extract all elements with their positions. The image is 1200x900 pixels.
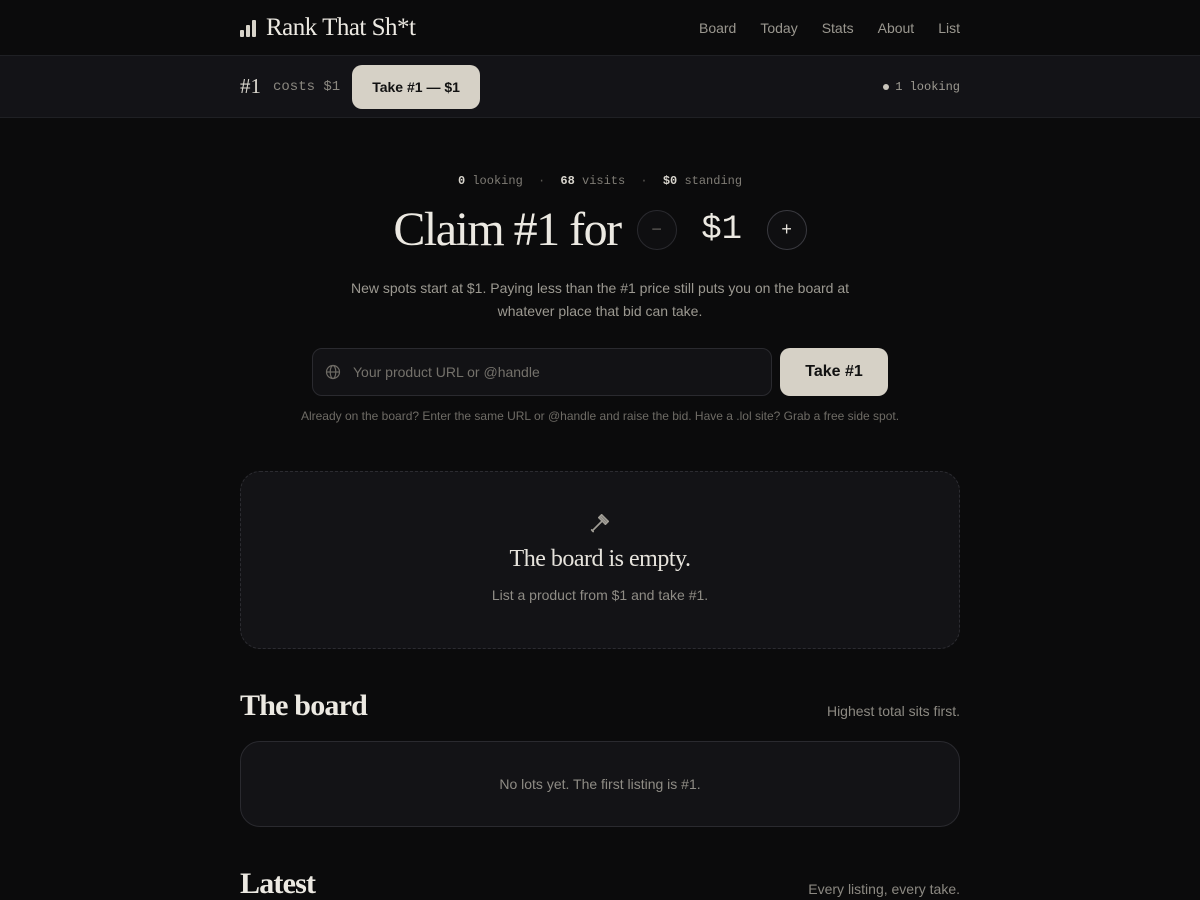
nav-about[interactable]: About <box>878 20 915 36</box>
form-subhint: Already on the board? Enter the same URL… <box>300 409 900 423</box>
live-dot-icon <box>883 83 890 90</box>
stat-visits-value: 68 <box>560 174 575 188</box>
live-viewers: 1 looking <box>883 80 960 94</box>
stat-standing-label: standing <box>684 174 743 188</box>
globe-icon <box>325 364 341 380</box>
nav-stats[interactable]: Stats <box>822 20 854 36</box>
latest-title: Latest <box>240 867 316 900</box>
latest-section: Latest Every listing, every take. <box>240 867 960 900</box>
bar-chart-icon <box>240 19 256 37</box>
claim-form: Take #1 <box>240 348 960 396</box>
increase-price-button[interactable]: + <box>766 209 807 250</box>
stat-standing-value: $0 <box>662 174 678 188</box>
live-viewers-text: 1 looking <box>895 79 960 94</box>
site-stats: 0 looking · 68 visits · $0 standing <box>457 174 743 188</box>
empty-board-card: The board is empty. List a product from … <box>240 471 960 649</box>
url-input-box[interactable] <box>312 348 772 396</box>
stat-looking-label: looking <box>472 174 523 188</box>
claim-price: $1 <box>701 210 743 249</box>
decrease-price-button[interactable]: − <box>636 209 677 250</box>
latest-note: Every listing, every take. <box>808 881 960 897</box>
strip-costs: costs $1 <box>273 78 341 95</box>
pricing-hint: New spots start at $1. Paying less than … <box>350 280 850 319</box>
empty-board-subtitle: List a product from $1 and take #1. <box>491 587 709 603</box>
brand[interactable]: Rank That Sh*t <box>240 14 416 42</box>
nav-links: Board Today Stats About List <box>699 20 960 36</box>
price-strip: #1 costs $1 Take #1 — $1 1 looking <box>0 56 1200 118</box>
gavel-icon <box>590 514 609 533</box>
nav-board[interactable]: Board <box>699 20 736 36</box>
board-empty-state: No lots yet. The first listing is #1. <box>240 741 960 827</box>
strip-rank: #1 <box>240 74 261 98</box>
claim-heading: Claim #1 for <box>393 203 622 256</box>
stat-visits-label: visits <box>582 174 626 188</box>
main-content: 0 looking · 68 visits · $0 standing Clai… <box>240 118 960 900</box>
board-section: The board Highest total sits first. No l… <box>240 689 960 827</box>
product-url-input[interactable] <box>353 364 753 380</box>
nav-list[interactable]: List <box>938 20 960 36</box>
board-empty-text: No lots yet. The first listing is #1. <box>499 776 701 792</box>
brand-name: Rank That Sh*t <box>266 14 416 41</box>
top-navigation: Rank That Sh*t Board Today Stats About L… <box>0 0 1200 56</box>
claim-row: Claim #1 for − $1 + <box>240 202 960 257</box>
board-title: The board <box>240 689 368 722</box>
board-note: Highest total sits first. <box>826 703 960 719</box>
claim-hero: 0 looking · 68 visits · $0 standing Clai… <box>240 118 960 423</box>
nav-today[interactable]: Today <box>760 20 797 36</box>
empty-board-title: The board is empty. <box>509 546 691 572</box>
take-first-strip-button[interactable]: Take #1 — $1 <box>352 64 480 109</box>
take-first-button[interactable]: Take #1 <box>780 348 888 396</box>
stat-looking-value: 0 <box>457 174 466 188</box>
